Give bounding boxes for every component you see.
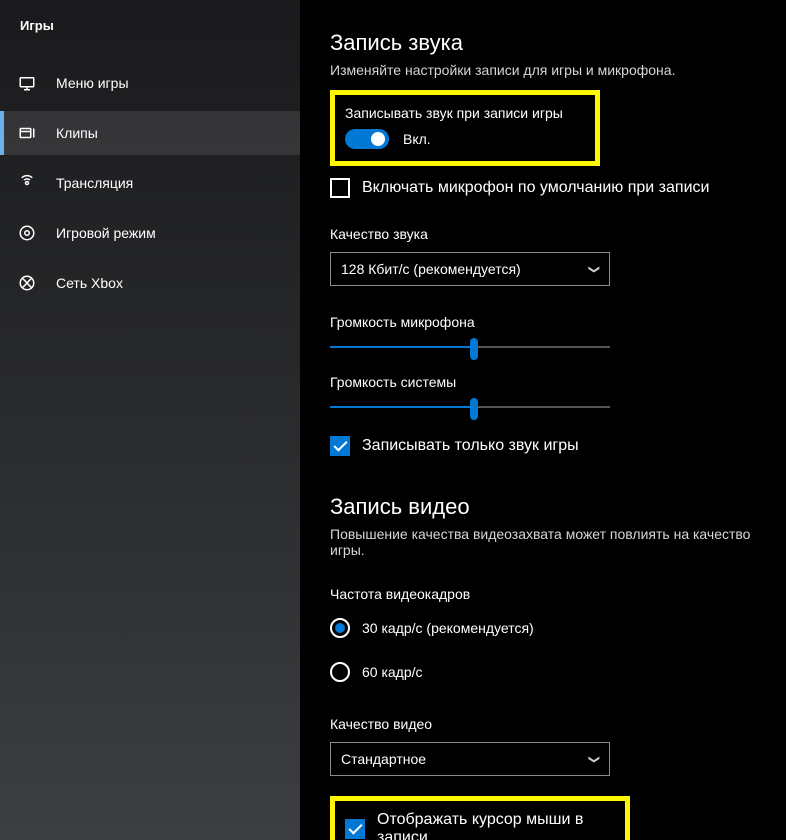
toggle-state-label: Вкл. [403, 131, 431, 147]
sidebar-item-clips[interactable]: Клипы [0, 111, 300, 155]
sidebar-item-game-menu[interactable]: Меню игры [0, 61, 300, 105]
video-quality-value: Стандартное [341, 751, 426, 767]
video-section: Запись видео Повышение качества видеозах… [330, 494, 761, 840]
chevron-down-icon: ❯ [588, 264, 601, 273]
checkbox-checked[interactable] [345, 819, 365, 839]
content-area: Запись звука Изменяйте настройки записи … [300, 0, 786, 840]
sys-volume-slider[interactable] [330, 400, 610, 416]
record-audio-toggle[interactable]: Вкл. [345, 129, 585, 149]
fps-30-label: 30 кадр/с (рекомендуется) [362, 620, 534, 636]
sidebar-item-game-mode[interactable]: Игровой режим [0, 211, 300, 255]
audio-section-heading: Запись звука [330, 30, 761, 56]
game-audio-only-checkbox-row[interactable]: Записывать только звук игры [330, 436, 761, 456]
fps-60-radio-row[interactable]: 60 кадр/с [330, 662, 761, 682]
sidebar: Игры Меню игры Клипы Трансляция Игровой … [0, 0, 300, 840]
record-audio-label: Записывать звук при записи игры [345, 105, 585, 121]
sidebar-item-broadcast[interactable]: Трансляция [0, 161, 300, 205]
nav-label: Сеть Xbox [56, 275, 123, 291]
nav-label: Клипы [56, 125, 98, 141]
cursor-checkbox-row[interactable]: Отображать курсор мыши в записи [345, 811, 615, 840]
mic-volume-label: Громкость микрофона [330, 314, 761, 330]
highlight-box: Записывать звук при записи игры Вкл. [330, 90, 600, 166]
fps-60-label: 60 кадр/с [362, 664, 423, 680]
radio-unselected[interactable] [330, 662, 350, 682]
highlight-box: Отображать курсор мыши в записи [330, 796, 630, 840]
nav-label: Игровой режим [56, 225, 156, 241]
video-section-desc: Повышение качества видеозахвата может по… [330, 526, 761, 558]
xbox-icon [18, 274, 36, 292]
checkbox-unchecked[interactable] [330, 178, 350, 198]
audio-section-desc: Изменяйте настройки записи для игры и ми… [330, 62, 761, 78]
video-section-heading: Запись видео [330, 494, 761, 520]
checkbox-checked[interactable] [330, 436, 350, 456]
sidebar-title: Игры [0, 18, 300, 33]
clips-icon [18, 124, 36, 142]
radio-selected[interactable] [330, 618, 350, 638]
gear-icon [18, 224, 36, 242]
sidebar-item-xbox-network[interactable]: Сеть Xbox [0, 261, 300, 305]
game-audio-only-label: Записывать только звук игры [362, 437, 579, 455]
chevron-down-icon: ❯ [588, 754, 601, 763]
fps-30-radio-row[interactable]: 30 кадр/с (рекомендуется) [330, 618, 761, 638]
monitor-icon [18, 74, 36, 92]
audio-quality-label: Качество звука [330, 226, 761, 242]
video-quality-label: Качество видео [330, 716, 761, 732]
nav-label: Меню игры [56, 75, 129, 91]
video-quality-select[interactable]: Стандартное ❯ [330, 742, 610, 776]
sys-volume-label: Громкость системы [330, 374, 761, 390]
toggle-switch-on[interactable] [345, 129, 389, 149]
broadcast-icon [18, 174, 36, 192]
audio-quality-value: 128 Кбит/с (рекомендуется) [341, 261, 521, 277]
mic-default-label: Включать микрофон по умолчанию при запис… [362, 179, 709, 197]
nav-label: Трансляция [56, 175, 133, 191]
mic-default-checkbox-row[interactable]: Включать микрофон по умолчанию при запис… [330, 178, 761, 198]
fps-label: Частота видеокадров [330, 586, 761, 602]
audio-quality-select[interactable]: 128 Кбит/с (рекомендуется) ❯ [330, 252, 610, 286]
mic-volume-slider[interactable] [330, 340, 610, 356]
cursor-label: Отображать курсор мыши в записи [377, 811, 615, 840]
